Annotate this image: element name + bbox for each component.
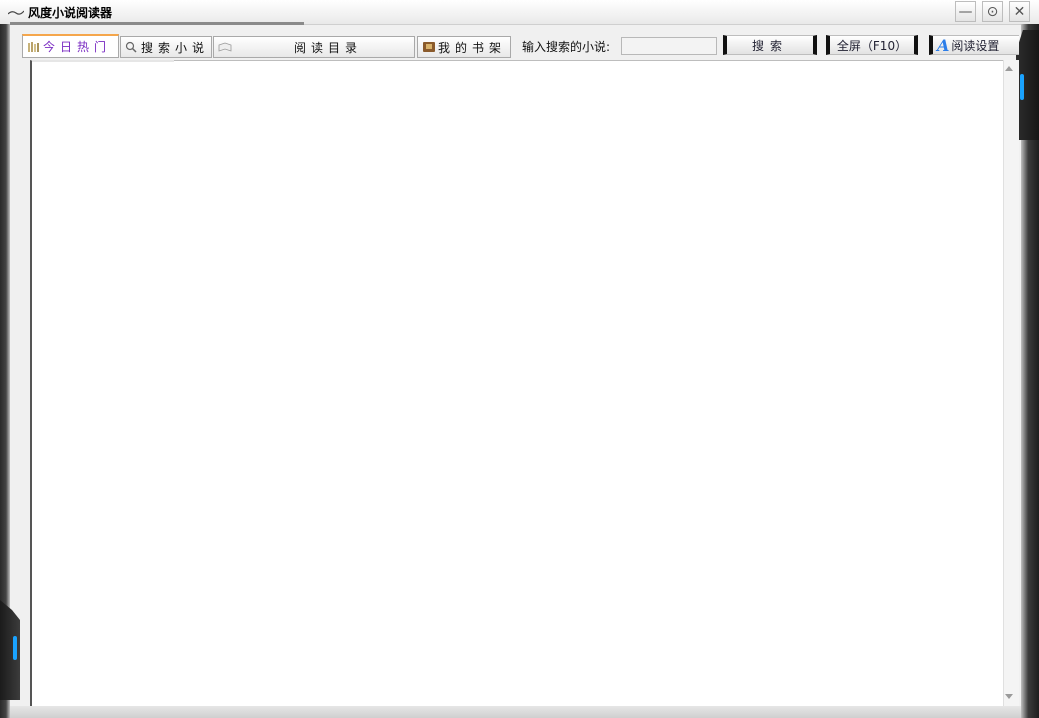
content-tab-underline (32, 60, 174, 62)
fullscreen-button[interactable]: 全屏（F10） (826, 35, 918, 55)
tab-reading-directory[interactable]: 阅读目录 (213, 36, 415, 58)
tab-today-hot-label: 今日热门 (43, 40, 112, 54)
font-a-icon: A (937, 35, 950, 55)
frame-right-indicator (1020, 74, 1024, 100)
minimize-icon: — (958, 3, 973, 20)
scroll-up-arrow-icon[interactable] (1005, 66, 1013, 71)
tab-reading-directory-label: 阅读目录 (294, 40, 363, 55)
minimize-button[interactable]: — (955, 1, 976, 22)
fullscreen-button-label: 全屏（F10） (836, 38, 908, 53)
frame-bottom (10, 706, 1021, 718)
app-logo-icon (8, 10, 24, 15)
title-progress-bar (10, 22, 304, 25)
magnifier-icon (125, 41, 137, 53)
target-icon: ⊙ (986, 3, 999, 20)
search-label: 输入搜索的小说: (522, 40, 611, 54)
scroll-down-arrow-icon[interactable] (1005, 694, 1013, 699)
vertical-scrollbar[interactable] (1003, 60, 1019, 706)
tab-my-bookshelf[interactable]: 我的书架 (417, 36, 511, 58)
window-title: 风度小说阅读器 (28, 6, 113, 20)
tab-my-bookshelf-label: 我的书架 (438, 40, 507, 55)
reading-settings-button[interactable]: A 阅读设置 (929, 35, 1019, 55)
search-button-label: 搜索 (751, 38, 788, 53)
tab-search-novel[interactable]: 搜索小说 (120, 36, 212, 58)
reading-content-area[interactable] (30, 60, 1003, 706)
window-settings-button[interactable]: ⊙ (982, 1, 1003, 22)
search-button[interactable]: 搜索 (723, 35, 817, 55)
book-icon (423, 42, 435, 52)
open-book-icon (218, 42, 232, 52)
search-input[interactable] (621, 37, 717, 55)
close-icon: ✕ (1013, 3, 1026, 20)
tab-today-hot[interactable]: 今日热门 (22, 34, 119, 58)
close-button[interactable]: ✕ (1009, 1, 1030, 22)
tab-search-novel-label: 搜索小说 (141, 40, 210, 55)
bookshelf-icon (28, 41, 39, 52)
frame-left-ornament (0, 600, 20, 700)
title-bar: 风度小说阅读器 — ⊙ ✕ (0, 0, 1039, 25)
frame-left-indicator (13, 636, 17, 660)
reading-settings-label: 阅读设置 (951, 38, 1000, 53)
